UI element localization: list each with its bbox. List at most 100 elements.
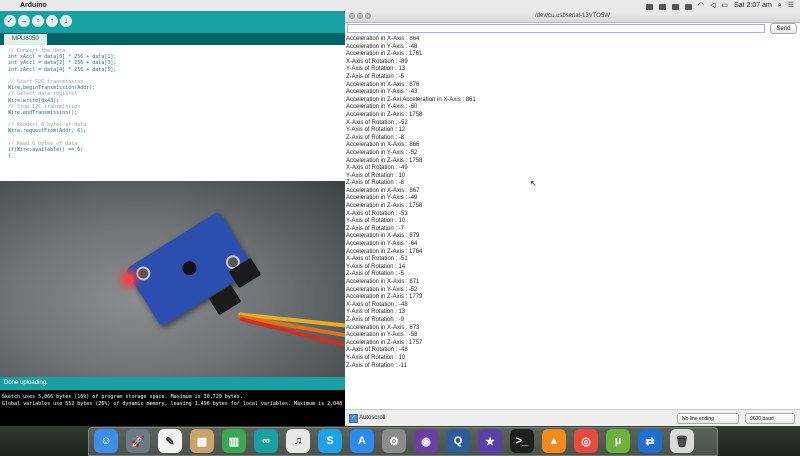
utorrent-icon[interactable]: µ	[606, 429, 630, 453]
serial-output-line: Acceleration in X-Axis : 876	[346, 81, 420, 88]
serial-output-line: Y-Axis of Rotation : 13	[346, 309, 406, 316]
power-led	[124, 274, 134, 284]
status-bar: Done uploading.	[0, 377, 345, 390]
github-icon[interactable]: ◉	[414, 429, 438, 453]
search-icon[interactable]: ⌕	[778, 0, 782, 11]
serial-output-line: Acceleration in Y-Axis : -48	[346, 43, 418, 50]
serial-output-line: Y-Axis of Rotation : 10	[346, 218, 406, 225]
code-line: {	[8, 153, 12, 160]
dock: ☺ 🚀 ✎ ▦ ▥ ∞ ♫ S A ⚙ ◉ Q ★ >_ ▲ ◎ µ ⇄ 🗑	[0, 426, 800, 456]
serial-output-line: Z-Axis of Rotation : -11	[346, 362, 407, 369]
serial-output-line: Y-Axis of Rotation : 14	[346, 263, 406, 270]
verify-button[interactable]: ✓	[4, 15, 16, 27]
tab-sketch[interactable]: MPU6050	[4, 34, 47, 45]
serial-monitor-window: /dev/cu.usbserial-13VTO5W Send Accelerat…	[345, 11, 800, 427]
serial-output-line: Y-Axis of Rotation : 10	[346, 172, 406, 179]
serial-output-line: Z-Axis of Rotation : -5	[346, 271, 405, 278]
serial-output-line: Acceleration in Y-Axis : -60	[346, 104, 418, 111]
trash-icon[interactable]: 🗑	[670, 429, 694, 453]
serial-output-line: Acceleration in X-Axis : 879	[346, 233, 420, 240]
status-icon[interactable]	[684, 3, 692, 10]
sketch-tabs: MPU6050	[0, 33, 345, 45]
serial-output-line: Acceleration in X-Axis : 866	[346, 142, 420, 149]
textedit-icon[interactable]: ✎	[158, 429, 182, 453]
mouse-cursor-icon: ↖	[530, 179, 537, 188]
finder-icon[interactable]: ☺	[94, 429, 118, 453]
serial-output-line: Acceleration in Z-Axis : 1758	[346, 157, 423, 164]
code-editor[interactable]: // Convert the data int xAccl = data[0] *…	[0, 45, 345, 175]
ide-toolbar: ✓ → ▫ ↑ ↓	[0, 11, 345, 33]
autoscroll-label: Autoscroll	[359, 415, 386, 421]
serial-output-line: Acceleration in Y-Axis : -58	[346, 332, 418, 339]
serial-output-line: Acceleration in X-Axis : 873	[346, 324, 420, 331]
serial-output-line: Acceleration in Z-Axis : 1779	[346, 294, 423, 301]
serial-output-line: X-Axis of Rotation : -53	[346, 210, 408, 217]
console-line: Global variables use 552 bytes (26%) of …	[2, 401, 345, 407]
upload-button[interactable]: →	[18, 15, 30, 27]
status-area: ◠ ◁ ▭ Sat 2:07 am ⌕ ☰	[645, 0, 794, 11]
status-icon[interactable]	[645, 3, 653, 10]
wifi-icon[interactable]: ◠	[698, 0, 704, 11]
serial-output-line: Z-Axis of Rotation : -8	[346, 180, 405, 187]
launchpad-icon[interactable]: 🚀	[126, 429, 150, 453]
serial-output-line: Y-Axis of Rotation : 12	[346, 127, 406, 134]
serial-output-line: Acceleration in Z-Axis : 1761	[346, 51, 423, 58]
arduino-icon[interactable]: ∞	[254, 429, 278, 453]
vlc-icon[interactable]: ▲	[542, 429, 566, 453]
serial-output-line: Acceleration in Y-Axis : -64	[346, 241, 418, 248]
serial-output-line: Acceleration in Z-Axis : 1758	[346, 111, 423, 118]
new-button[interactable]: ▫	[32, 15, 44, 27]
serial-input[interactable]	[347, 24, 765, 33]
baud-rate-select[interactable]: 9600 baud	[745, 413, 795, 424]
serial-output-line: Acceleration in Y-Axis : -52	[346, 286, 418, 293]
itunes-icon[interactable]: ♫	[286, 429, 310, 453]
app-menu-name[interactable]: Arduino	[20, 0, 47, 11]
send-button[interactable]: Send	[770, 23, 797, 34]
quicktime-icon[interactable]: Q	[446, 429, 470, 453]
serial-output-line: Acceleration in X-Axis : 864	[346, 36, 420, 42]
console-line: Sketch uses 5,066 bytes (16%) of program…	[2, 394, 243, 400]
serial-output-line: X-Axis of Rotation : -49	[346, 165, 408, 172]
line-ending-select[interactable]: No line ending	[677, 413, 739, 424]
serial-output-line: Acceleration in Y-Axis : -52	[346, 149, 418, 156]
serial-output-line: Acceleration in Z-Axis : 1764	[346, 248, 423, 255]
serial-output-line: X-Axis of Rotation : -48	[346, 347, 408, 354]
autoscroll-checkbox[interactable]: ✓	[349, 414, 358, 423]
serial-output: Acceleration in X-Axis : 864 Acceleration…	[346, 36, 796, 409]
arduino-ide-window: ✓ → ▫ ↑ ↓ MPU6050 // Convert the data int…	[0, 11, 345, 426]
serial-output-line: Acceleration in Z-Axi Acceleration in X-…	[346, 96, 476, 103]
numbers-icon[interactable]: ▥	[222, 429, 246, 453]
serial-output-line: Y-Axis of Rotation : 10	[346, 354, 406, 361]
serial-output-line: Acceleration in Z-Axis : 1757	[346, 339, 423, 346]
serial-output-line: Z-Axis of Rotation : -9	[346, 316, 405, 323]
serial-title-bar: /dev/cu.usbserial-13VTO5W	[345, 11, 800, 23]
serial-output-line: Y-Axis of Rotation : 13	[346, 66, 406, 73]
status-icon[interactable]	[671, 3, 679, 10]
system-preferences-icon[interactable]: ⚙	[382, 429, 406, 453]
chrome-icon[interactable]: ◎	[574, 429, 598, 453]
save-button[interactable]: ↓	[60, 15, 72, 27]
status-icon[interactable]	[658, 3, 666, 10]
battery-icon[interactable]: ▭	[721, 0, 728, 11]
preview-icon[interactable]: ▦	[190, 429, 214, 453]
serial-output-line: Acceleration in X-Axis : 871	[346, 279, 420, 285]
serial-title: /dev/cu.usbserial-13VTO5W	[535, 13, 610, 19]
serial-output-line: X-Axis of Rotation : -48	[346, 301, 408, 308]
serial-output-line: Acceleration in Y-Axis : -49	[346, 195, 418, 202]
notification-center-icon[interactable]: ☰	[788, 0, 794, 11]
serial-output-line: X-Axis of Rotation : -51	[346, 256, 408, 263]
terminal-icon[interactable]: >_	[510, 429, 534, 453]
serial-footer: ✓ Autoscroll No line ending 9600 baud	[345, 409, 800, 427]
open-button[interactable]: ↑	[46, 15, 58, 27]
serial-output-line: X-Axis of Rotation : -52	[346, 119, 408, 126]
skype-icon[interactable]: S	[318, 429, 342, 453]
serial-output-line: Acceleration in Y-Axis : -43	[346, 89, 418, 96]
volume-icon[interactable]: ◁	[710, 0, 715, 11]
imovie-icon[interactable]: ★	[478, 429, 502, 453]
clock[interactable]: Sat 2:07 am	[734, 0, 772, 11]
serial-output-line: Acceleration in Z-Axis : 1758	[346, 203, 423, 210]
app-store-icon[interactable]: A	[350, 429, 374, 453]
serial-output-line: Z-Axis of Rotation : -8	[346, 134, 405, 141]
serial-output-line: Z-Axis of Rotation : -7	[346, 225, 405, 232]
teamviewer-icon[interactable]: ⇄	[638, 429, 662, 453]
